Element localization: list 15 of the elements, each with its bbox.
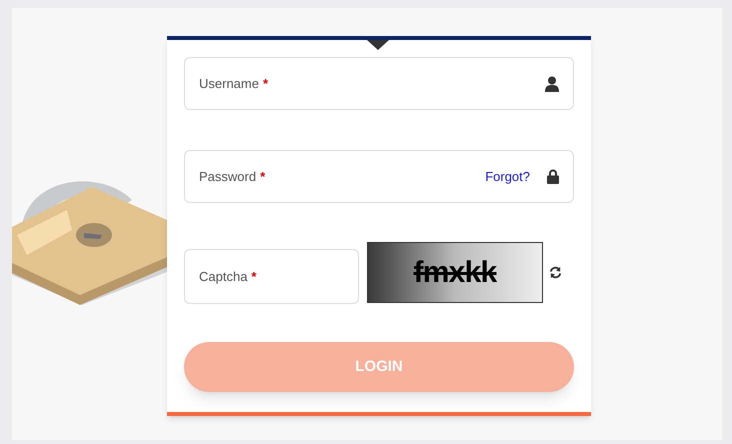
- pointer-icon: [367, 40, 389, 50]
- field-label: Username: [199, 74, 259, 93]
- user-icon: [545, 76, 559, 92]
- required-mark: *: [260, 168, 266, 186]
- field-label: Captcha: [199, 268, 248, 286]
- required-mark: *: [251, 268, 256, 286]
- lock-icon: [547, 169, 559, 184]
- required-mark: *: [262, 74, 268, 93]
- refresh-icon[interactable]: [549, 266, 562, 279]
- field-label: Password: [199, 168, 256, 186]
- forgot-link[interactable]: Forgot?: [485, 166, 530, 186]
- password-field[interactable]: Password * Forgot?: [184, 150, 574, 203]
- username-field[interactable]: Username *: [184, 57, 574, 110]
- captcha-field[interactable]: Captcha *: [184, 249, 359, 304]
- captcha-text: fmxkk: [414, 258, 496, 288]
